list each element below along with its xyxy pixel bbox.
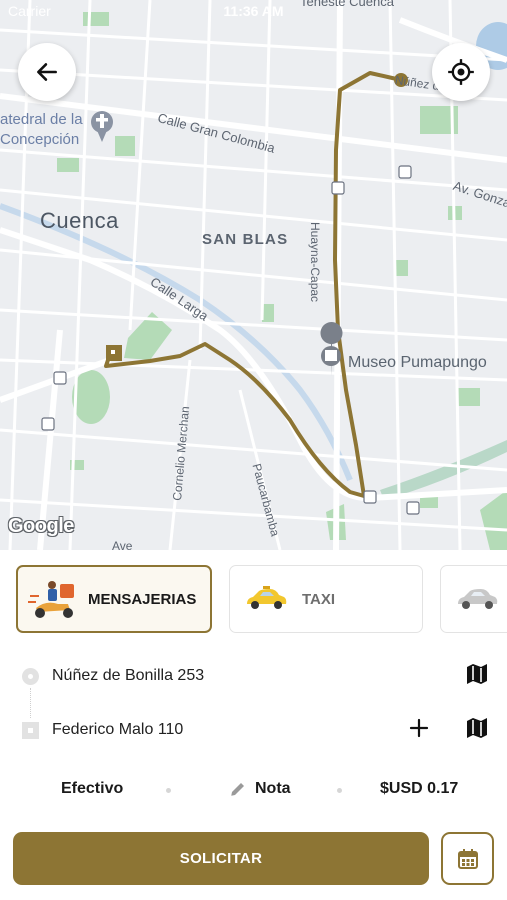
note-label: Nota	[255, 780, 291, 797]
separator-dot	[166, 788, 171, 793]
google-logo: Google	[8, 515, 74, 537]
destination-row[interactable]: Federico Malo 110	[0, 712, 507, 748]
map-icon	[467, 663, 487, 684]
church-pin-icon	[91, 111, 113, 142]
calendar-icon	[457, 848, 478, 869]
map-label-san-blas: SAN BLAS	[202, 231, 289, 248]
origin-dot-icon	[22, 667, 39, 685]
delivery-scooter-icon	[28, 581, 74, 618]
carrier-label: Carrier	[8, 3, 51, 19]
status-bar: Carrier 11:36 AM	[0, 0, 507, 22]
car-icon	[458, 589, 498, 609]
price-label: $USD 0.17	[380, 780, 459, 797]
options-row: Efectivo Nota $USD 0.17	[0, 772, 507, 808]
payment-method[interactable]: Efectivo	[61, 780, 123, 798]
note-button[interactable]: Nota	[229, 780, 291, 798]
destination-map-button[interactable]	[465, 716, 489, 745]
map-label-catedral: atedral de la Concepción	[0, 111, 83, 148]
map-label-top: Teneste Cuenca	[300, 0, 394, 9]
origin-address[interactable]: Núñez de Bonilla 253	[52, 667, 204, 685]
service-card-taxi[interactable]: TAXI	[229, 565, 423, 633]
taxi-car-icon	[247, 586, 287, 609]
separator-dot	[337, 788, 342, 793]
plus-icon	[409, 718, 429, 737]
map-label-huayna-capac: Huayna-Capac	[308, 222, 322, 303]
origin-map-button[interactable]	[465, 662, 489, 691]
request-button[interactable]: SOLICITAR	[13, 832, 429, 885]
service-card-car[interactable]	[440, 565, 507, 633]
pencil-icon	[231, 783, 244, 796]
service-label-mensajerias: MENSAJERIAS	[88, 590, 197, 608]
service-label-taxi: TAXI	[302, 590, 336, 608]
destination-square-icon	[22, 721, 39, 739]
back-button[interactable]	[18, 43, 76, 101]
service-card-mensajerias[interactable]: MENSAJERIAS	[16, 565, 212, 633]
schedule-button[interactable]	[441, 832, 494, 885]
map-label-cuenca: Cuenca	[40, 208, 119, 233]
service-selector: MENSAJERIAS TAXI	[16, 565, 507, 635]
origin-row[interactable]: Núñez de Bonilla 253	[0, 658, 507, 694]
add-stop-button[interactable]	[407, 716, 431, 745]
destination-address[interactable]: Federico Malo 110	[52, 721, 183, 739]
map-view[interactable]: Carrier 11:36 AM Teneste Cuenca atedral …	[0, 0, 507, 550]
map-label-ave: Ave	[112, 539, 133, 550]
map-icon	[467, 717, 487, 738]
locate-me-button[interactable]	[432, 43, 490, 101]
arrow-left-icon	[37, 63, 57, 81]
map-label-museo: Museo Pumapungo	[348, 354, 487, 371]
clock: 11:36 AM	[223, 3, 284, 19]
crosshair-icon	[448, 59, 474, 85]
